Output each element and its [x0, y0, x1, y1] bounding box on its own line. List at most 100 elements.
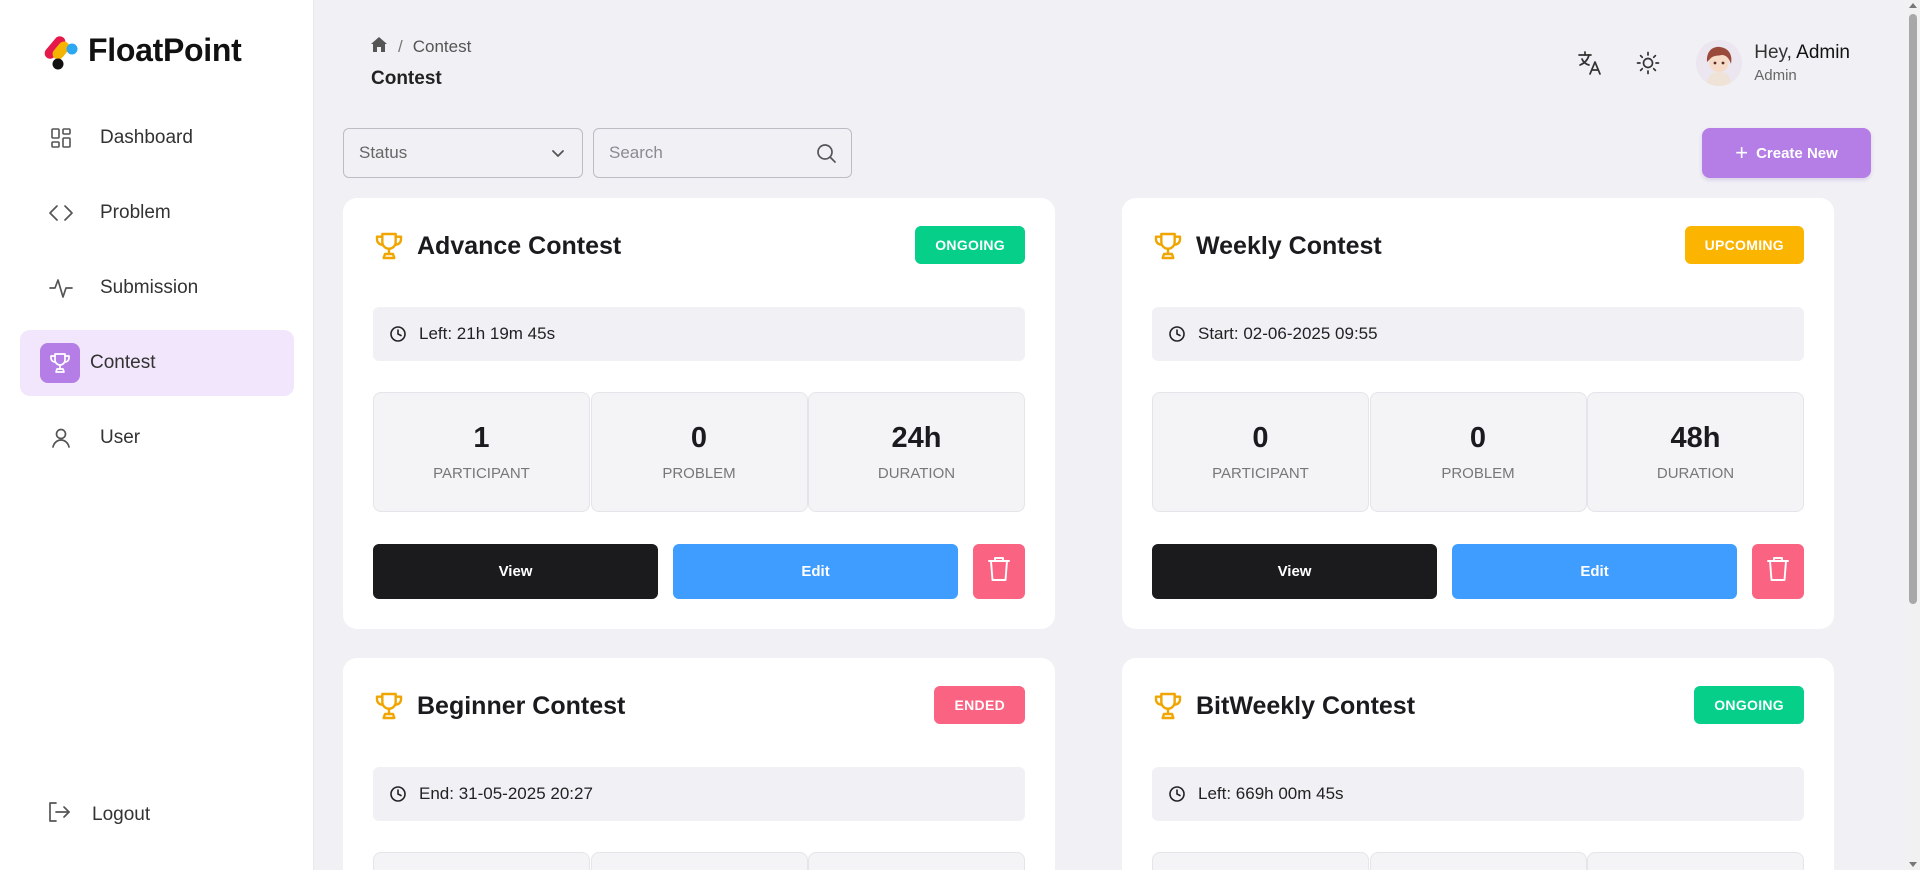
contest-card-header: Advance Contest ONGOING [373, 226, 1025, 266]
page-scrollbar[interactable] [1906, 0, 1920, 870]
stat-label: PROBLEM [662, 465, 736, 482]
contest-card-header: Weekly Contest UPCOMING [1152, 226, 1804, 266]
contest-card: Weekly Contest UPCOMING Start: 02-06-202… [1122, 198, 1834, 629]
sidebar-item-label: Contest [90, 352, 156, 373]
trophy-icon [40, 343, 80, 383]
stat-label: DURATION [1656, 465, 1735, 482]
breadcrumb-current: Contest [412, 37, 472, 56]
scroll-down-arrow-icon[interactable] [1909, 862, 1917, 867]
logout-icon [46, 800, 72, 829]
trophy-icon [1152, 690, 1184, 722]
status-badge: UPCOMING [1684, 226, 1804, 264]
user-role: Admin [1754, 67, 1797, 84]
greeting-text: Hey, [1754, 42, 1792, 63]
translate-icon[interactable] [1576, 49, 1604, 77]
home-icon[interactable] [370, 36, 388, 58]
stat-value: 24h [891, 422, 942, 454]
create-new-button[interactable]: + Create New [1702, 128, 1871, 178]
breadcrumb: / Contest [370, 36, 471, 58]
contest-actions: View Edit [373, 544, 1025, 599]
sidebar: FloatPoint Dashboard Problem Submission … [0, 0, 314, 870]
stat-participant [373, 852, 590, 870]
stat-problem: 0 PROBLEM [590, 392, 808, 512]
status-filter-select[interactable]: Status [343, 128, 583, 178]
contest-card-header: BitWeekly Contest ONGOING [1152, 686, 1804, 726]
user-info[interactable]: Hey, Admin Admin [1754, 42, 1850, 84]
sidebar-nav: Dashboard Problem Submission Contest Use… [20, 105, 294, 480]
stat-value: 48h [1670, 422, 1721, 454]
dashboard-icon [46, 123, 76, 153]
clock-icon [1168, 325, 1186, 343]
scroll-up-arrow-icon[interactable] [1909, 3, 1917, 8]
trophy-icon [1152, 230, 1184, 262]
contest-title[interactable]: BitWeekly Contest [1196, 692, 1415, 721]
stat-duration [1587, 852, 1804, 870]
contest-time-info: Left: 21h 19m 45s [373, 307, 1025, 361]
contest-stats: 1 PARTICIPANT 0 PROBLEM 24h DURATION [373, 392, 1025, 512]
contest-time-info: Left: 669h 00m 45s [1152, 767, 1804, 821]
contest-time-text: End: 31-05-2025 20:27 [419, 784, 593, 803]
search-field[interactable] [593, 128, 852, 178]
contest-time-text: Start: 02-06-2025 09:55 [1198, 324, 1378, 343]
stat-label: PROBLEM [1441, 465, 1515, 482]
stat-label: DURATION [877, 465, 956, 482]
contest-time-text: Left: 669h 00m 45s [1198, 784, 1344, 803]
sidebar-item-label: Dashboard [100, 127, 193, 148]
stat-problem [590, 852, 808, 870]
clock-icon [389, 785, 407, 803]
sidebar-item-contest[interactable]: Contest [20, 330, 294, 396]
stat-problem [1369, 852, 1587, 870]
stat-participant: 0 PARTICIPANT [1152, 392, 1369, 512]
delete-button[interactable] [973, 544, 1025, 599]
sidebar-item-label: Submission [100, 277, 199, 298]
stat-participant: 1 PARTICIPANT [373, 392, 590, 512]
app-name: FloatPoint [88, 31, 242, 68]
contest-card-header: Beginner Contest ENDED [373, 686, 1025, 726]
contest-stats [373, 852, 1025, 870]
user-name: Admin [1796, 42, 1850, 63]
header-actions: Hey, Admin Admin [1576, 40, 1850, 86]
stat-label: PARTICIPANT [433, 465, 530, 482]
sidebar-item-user[interactable]: User [20, 405, 294, 471]
trash-icon [1766, 556, 1790, 587]
stat-value: 1 [473, 422, 490, 454]
sidebar-item-label: User [100, 427, 141, 448]
avatar[interactable] [1696, 40, 1743, 86]
search-icon[interactable] [815, 142, 837, 169]
contest-stats [1152, 852, 1804, 870]
edit-button[interactable]: Edit [1452, 544, 1738, 599]
trash-icon [987, 556, 1011, 587]
user-icon [46, 423, 76, 453]
edit-button[interactable]: Edit [673, 544, 959, 599]
stat-duration: 24h DURATION [808, 392, 1025, 512]
contest-title[interactable]: Beginner Contest [417, 692, 625, 721]
contest-title[interactable]: Weekly Contest [1196, 232, 1382, 261]
contest-time-info: Start: 02-06-2025 09:55 [1152, 307, 1804, 361]
delete-button[interactable] [1752, 544, 1804, 599]
stat-value: 0 [690, 422, 708, 454]
activity-icon [46, 273, 76, 303]
contest-actions: View Edit [1152, 544, 1804, 599]
logout-button[interactable]: Logout [46, 800, 150, 829]
sidebar-item-problem[interactable]: Problem [20, 180, 294, 246]
sidebar-item-dashboard[interactable]: Dashboard [20, 105, 294, 171]
sidebar-item-submission[interactable]: Submission [20, 255, 294, 321]
theme-toggle-icon[interactable] [1634, 49, 1662, 77]
stat-value: 0 [1252, 422, 1269, 454]
search-input[interactable] [609, 143, 809, 163]
app-logo[interactable]: FloatPoint [38, 28, 242, 72]
contest-card: Beginner Contest ENDED End: 31-05-2025 2… [343, 658, 1055, 870]
status-badge: ONGOING [915, 226, 1025, 264]
view-button[interactable]: View [373, 544, 659, 599]
stat-duration [808, 852, 1025, 870]
contest-time-text: Left: 21h 19m 45s [419, 324, 556, 343]
contest-time-info: End: 31-05-2025 20:27 [373, 767, 1025, 821]
scrollbar-thumb[interactable] [1909, 14, 1917, 604]
view-button[interactable]: View [1152, 544, 1438, 599]
clock-icon [1168, 785, 1186, 803]
stat-problem: 0 PROBLEM [1369, 392, 1587, 512]
contest-title[interactable]: Advance Contest [417, 232, 621, 261]
chevron-down-icon [548, 143, 568, 168]
user-greeting: Hey, Admin [1754, 42, 1850, 64]
contest-card: Advance Contest ONGOING Left: 21h 19m 45… [343, 198, 1055, 629]
